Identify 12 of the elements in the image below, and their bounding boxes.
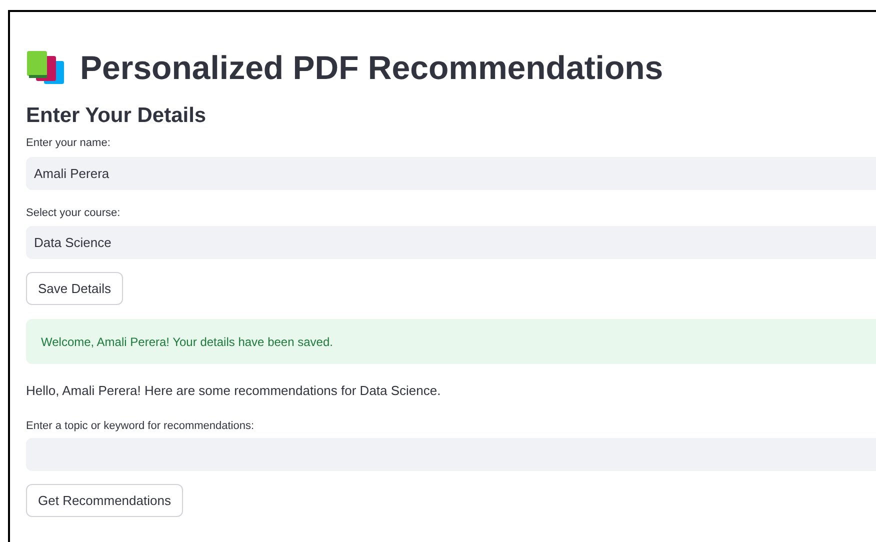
name-field[interactable]: Amali Perera [26, 157, 876, 190]
get-recommendations-button[interactable]: Get Recommendations [26, 484, 183, 517]
page-title: Personalized PDF Recommendations [80, 48, 664, 88]
field-label: Enter a topic or keyword for recommendations: [26, 419, 256, 433]
section-heading: Enter Your Details [26, 103, 208, 129]
success-message: Welcome, Amali Perera! Your details have been saved. [26, 319, 876, 364]
books-icon [26, 51, 66, 85]
field-label: Select your course: [26, 206, 122, 220]
save-details-button[interactable]: Save Details [26, 272, 123, 305]
course-select[interactable]: Data Science [26, 226, 876, 259]
greeting-text: Hello, Amali Perera! Here are some recommendations for Data Science. [26, 383, 442, 399]
field-label: Enter your name: [26, 136, 112, 150]
